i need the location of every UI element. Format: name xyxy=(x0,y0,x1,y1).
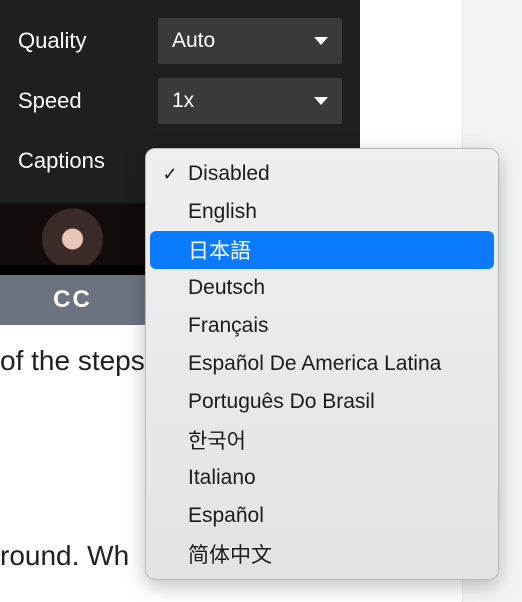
background-text-line-2: round. Wh xyxy=(0,540,129,572)
captions-option-label: 한국어 xyxy=(188,425,246,455)
video-separator xyxy=(0,265,145,275)
video-frame-still xyxy=(0,200,145,265)
captions-option-label: 简体中文 xyxy=(188,539,272,569)
captions-option[interactable]: ✓ Disabled xyxy=(150,155,494,193)
chevron-down-icon xyxy=(314,97,328,105)
captions-option[interactable]: Español xyxy=(150,497,494,535)
captions-option[interactable]: English xyxy=(150,193,494,231)
cc-badge[interactable]: CC xyxy=(53,286,92,314)
captions-option[interactable]: 日本語 xyxy=(150,231,494,269)
captions-dropdown-menu[interactable]: ✓ Disabled English 日本語 Deutsch Français Españo… xyxy=(145,148,499,580)
quality-select[interactable]: Auto xyxy=(158,18,342,64)
player-controls-row: CC xyxy=(0,275,145,325)
captions-option[interactable]: Español De America Latina xyxy=(150,345,494,383)
speed-value: 1x xyxy=(172,89,194,113)
captions-option[interactable]: Deutsch xyxy=(150,269,494,307)
captions-option-label: Español xyxy=(188,504,264,528)
captions-option-label: Italiano xyxy=(188,466,256,490)
quality-value: Auto xyxy=(172,29,215,53)
captions-option[interactable]: Português Do Brasil xyxy=(150,383,494,421)
captions-option-label: Français xyxy=(188,314,269,338)
background-text-line-1: of the steps xyxy=(0,345,145,377)
captions-option[interactable]: 한국어 xyxy=(150,421,494,459)
captions-label: Captions xyxy=(18,148,140,174)
settings-row-quality: Quality Auto xyxy=(18,18,342,64)
captions-option[interactable]: 简体中文 xyxy=(150,535,494,573)
captions-option-label: Português Do Brasil xyxy=(188,390,375,414)
speed-label: Speed xyxy=(18,88,140,114)
settings-row-speed: Speed 1x xyxy=(18,78,342,124)
captions-option-label: 日本語 xyxy=(188,235,251,265)
captions-option-label: Deutsch xyxy=(188,276,265,300)
quality-label: Quality xyxy=(18,28,140,54)
captions-option-label: Disabled xyxy=(188,162,270,186)
check-icon: ✓ xyxy=(160,164,180,185)
captions-option-label: English xyxy=(188,200,257,224)
speed-select[interactable]: 1x xyxy=(158,78,342,124)
captions-option[interactable]: Italiano xyxy=(150,459,494,497)
captions-option[interactable]: Français xyxy=(150,307,494,345)
chevron-down-icon xyxy=(314,37,328,45)
captions-option-label: Español De America Latina xyxy=(188,352,441,376)
